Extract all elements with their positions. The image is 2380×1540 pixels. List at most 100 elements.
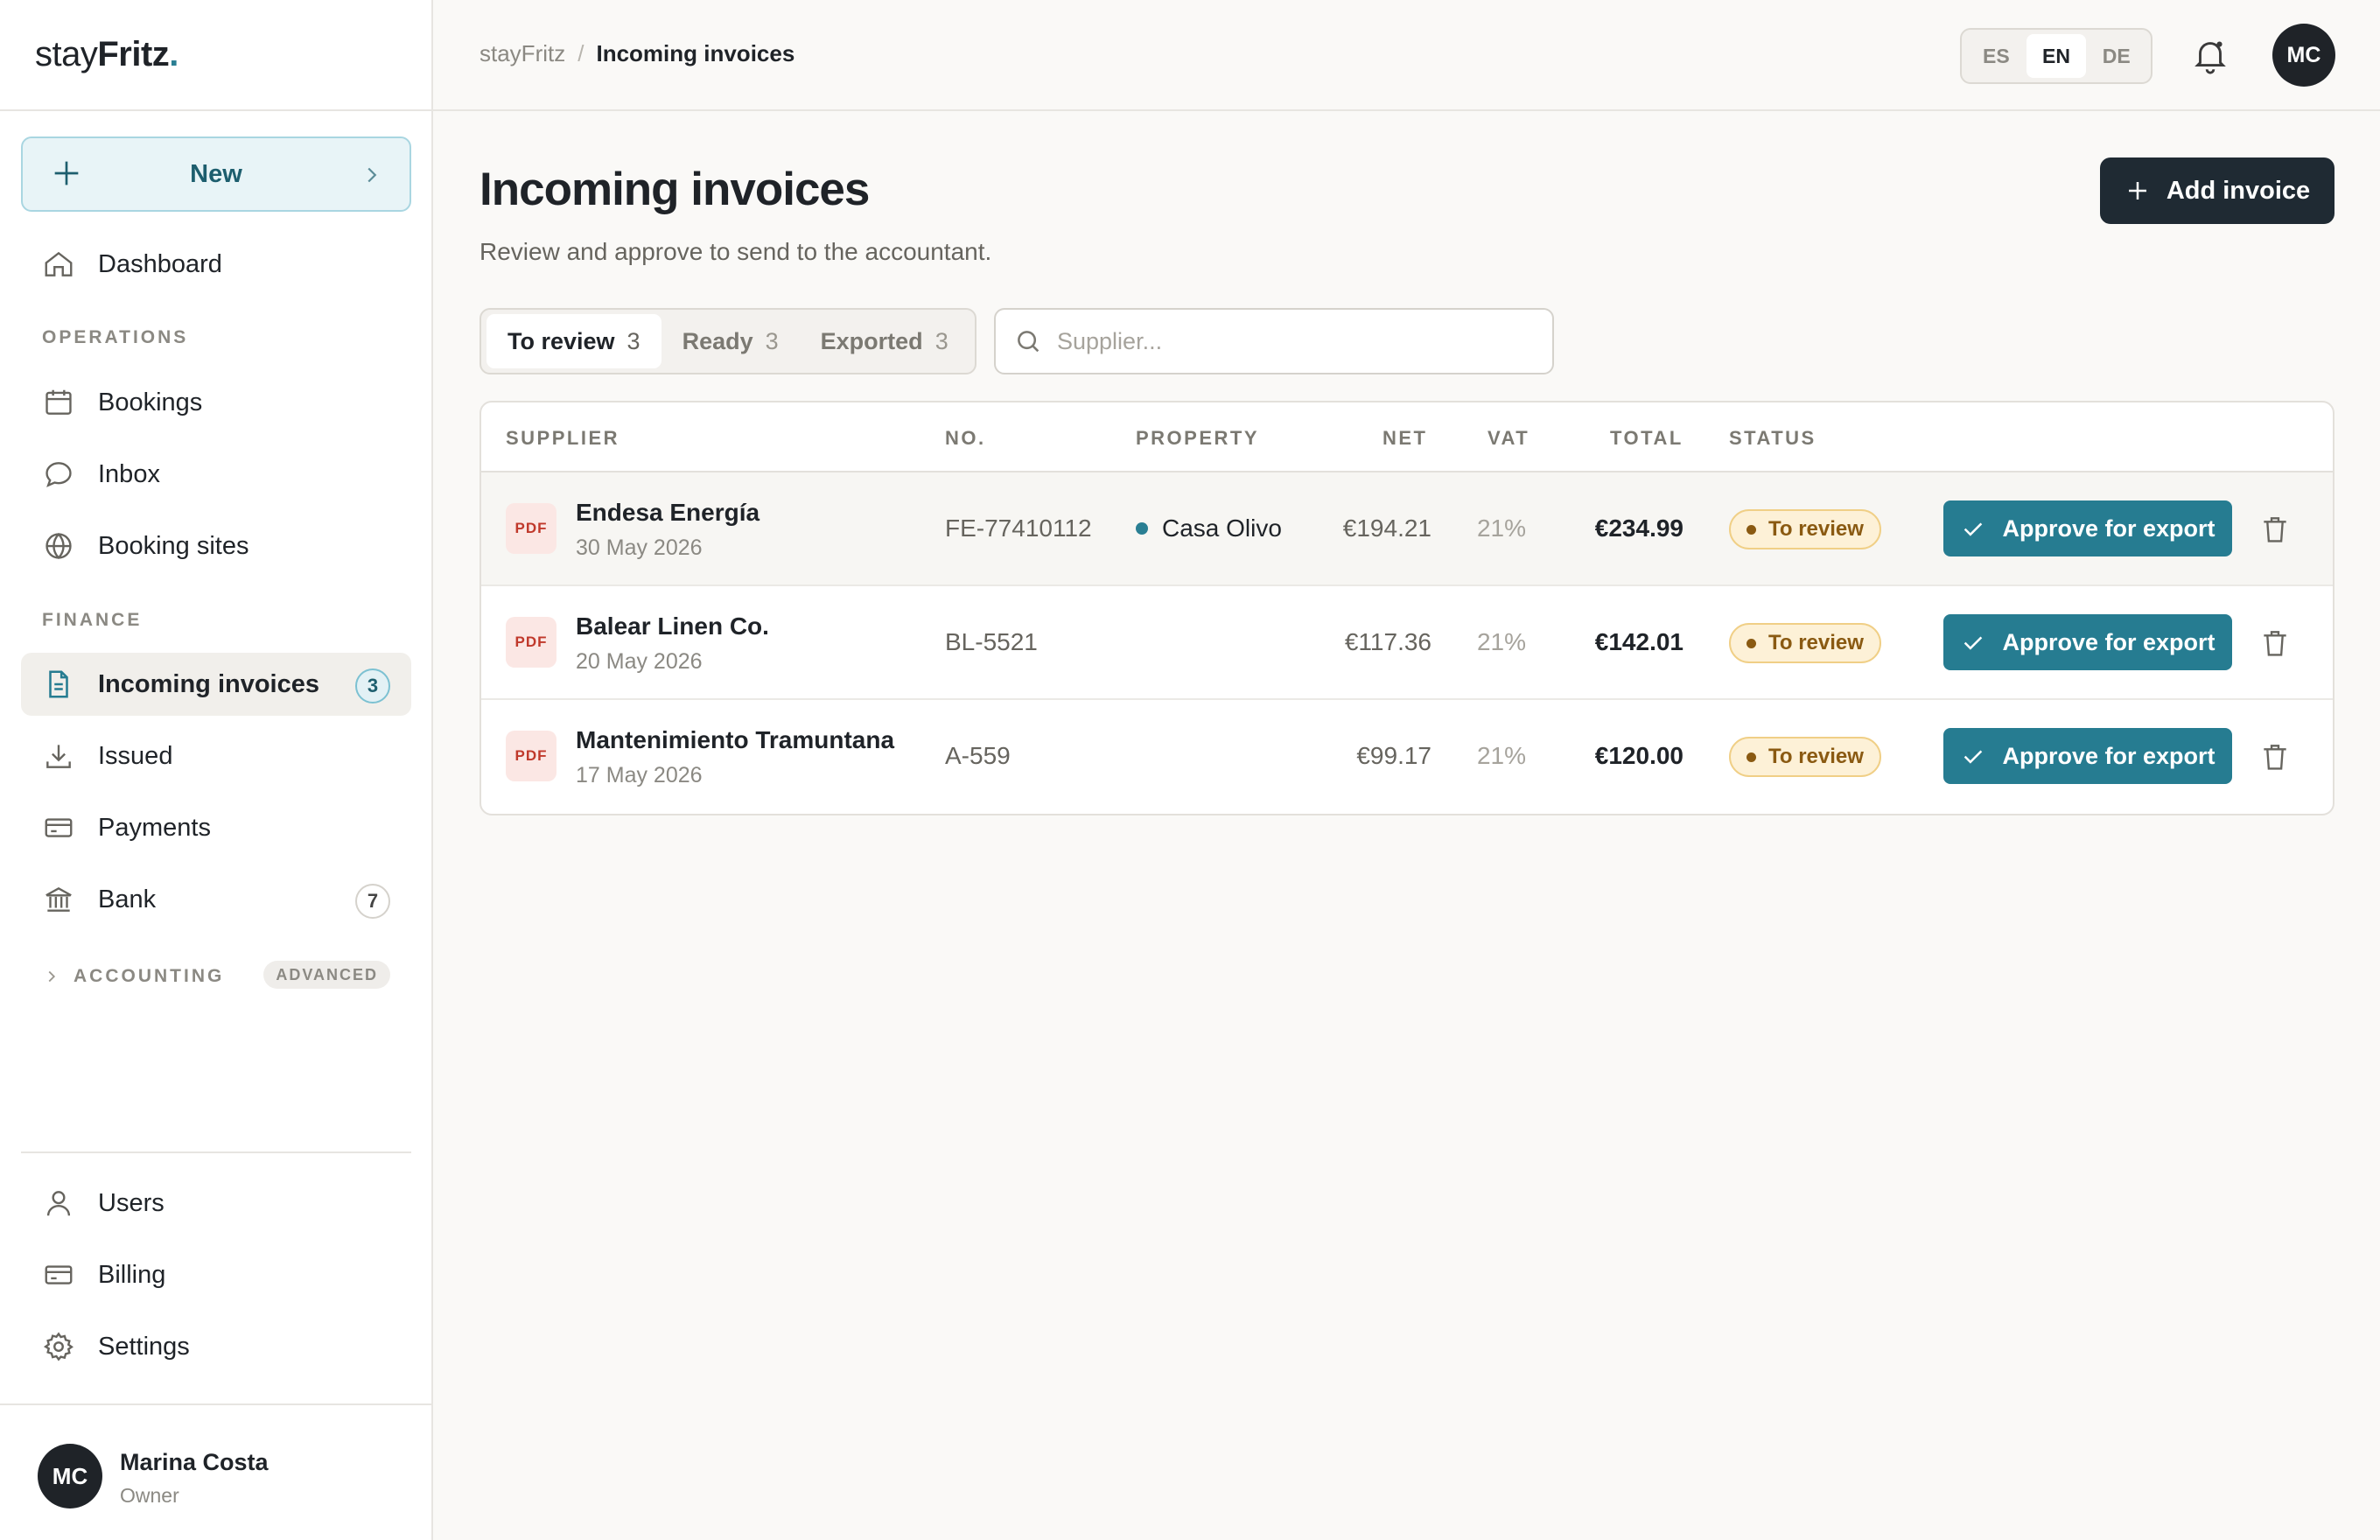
vat-rate: 21% bbox=[1476, 514, 1526, 542]
search-input[interactable] bbox=[1057, 327, 1530, 355]
status-dot bbox=[1746, 752, 1756, 762]
property-name: Casa Olivo bbox=[1162, 514, 1282, 542]
accounting-section-toggle[interactable]: ACCOUNTING ADVANCED bbox=[42, 961, 390, 992]
table-row[interactable]: PDF Endesa Energía 30 May 2026 FE-774101… bbox=[481, 472, 2333, 586]
tab-exported[interactable]: Exported 3 bbox=[800, 314, 970, 368]
trash-icon[interactable] bbox=[2258, 740, 2292, 774]
tab-label: Exported bbox=[820, 327, 923, 354]
gear-icon bbox=[43, 1332, 74, 1362]
sidebar-item-bank[interactable]: Bank 7 bbox=[21, 868, 411, 931]
sidebar-item-label: Bank bbox=[98, 885, 157, 914]
column-header-status: STATUS bbox=[1729, 427, 1816, 449]
sidebar-item-label: Booking sites bbox=[98, 531, 249, 560]
total-amount: €120.00 bbox=[1594, 742, 1684, 769]
logo[interactable]: stayFritz. bbox=[35, 35, 178, 74]
tab-count: 3 bbox=[934, 327, 948, 354]
sidebar-item-label: Bookings bbox=[98, 388, 203, 416]
approve-label: Approve for export bbox=[2002, 514, 2216, 542]
table-row[interactable]: PDF Mantenimiento Tramuntana 17 May 2026… bbox=[481, 700, 2333, 814]
approve-for-export-button[interactable]: Approve for export bbox=[1943, 500, 2232, 556]
sidebar-item-label: Settings bbox=[98, 1332, 190, 1361]
trash-icon[interactable] bbox=[2258, 513, 2292, 546]
sidebar-item-issued[interactable]: Issued bbox=[21, 724, 411, 788]
column-header-supplier: SUPPLIER bbox=[506, 427, 620, 449]
supplier-search bbox=[994, 308, 1554, 374]
sidebar-item-bookings[interactable]: Bookings bbox=[21, 371, 411, 434]
sidebar-item-incoming-invoices[interactable]: Incoming invoices 3 bbox=[21, 653, 411, 716]
sidebar: stayFritz. New Dashboard OPERATIONS Book… bbox=[0, 0, 433, 1540]
approve-for-export-button[interactable]: Approve for export bbox=[1943, 614, 2232, 670]
sidebar-item-label: Incoming invoices bbox=[98, 669, 319, 698]
credit-card-icon bbox=[45, 818, 73, 837]
status-label: To review bbox=[1768, 745, 1864, 768]
add-invoice-button[interactable]: Add invoice bbox=[2100, 158, 2334, 224]
language-es[interactable]: ES bbox=[1966, 34, 2026, 78]
invoice-date: 20 May 2026 bbox=[576, 649, 703, 674]
invoice-number: FE-77410112 bbox=[945, 514, 1092, 542]
calendar-icon bbox=[46, 389, 72, 415]
avatar[interactable]: MC bbox=[2272, 24, 2335, 87]
status-badge: To review bbox=[1729, 509, 1881, 550]
bell-icon[interactable] bbox=[2190, 35, 2230, 75]
sidebar-item-inbox[interactable]: Inbox bbox=[21, 443, 411, 506]
logo-dot: . bbox=[169, 35, 178, 74]
sidebar-item-settings[interactable]: Settings bbox=[21, 1315, 411, 1378]
supplier-name: Mantenimiento Tramuntana bbox=[576, 726, 895, 753]
column-header-no: NO. bbox=[945, 427, 986, 449]
pdf-file-icon[interactable]: PDF bbox=[506, 503, 556, 554]
tab-count: 3 bbox=[626, 327, 640, 354]
sidebar-item-payments[interactable]: Payments bbox=[21, 796, 411, 859]
document-icon bbox=[49, 670, 68, 698]
user-role: Owner bbox=[120, 1484, 179, 1507]
table-row[interactable]: PDF Balear Linen Co. 20 May 2026 BL-5521… bbox=[481, 586, 2333, 700]
trash-icon[interactable] bbox=[2258, 626, 2292, 660]
sidebar-item-booking-sites[interactable]: Booking sites bbox=[21, 514, 411, 578]
invoice-number: BL-5521 bbox=[945, 628, 1038, 655]
status-dot bbox=[1746, 638, 1756, 648]
net-amount: €194.21 bbox=[1342, 514, 1432, 542]
language-en[interactable]: EN bbox=[2026, 34, 2087, 78]
sidebar-item-dashboard[interactable]: Dashboard bbox=[21, 233, 411, 296]
user-icon bbox=[46, 1191, 71, 1216]
new-button[interactable]: New bbox=[21, 136, 411, 212]
column-header-total: TOTAL bbox=[1610, 427, 1684, 449]
breadcrumb: stayFritz / Incoming invoices bbox=[480, 40, 794, 67]
tab-label: To review bbox=[508, 327, 615, 354]
sidebar-item-label: Users bbox=[98, 1188, 164, 1217]
column-header-property: PROPERTY bbox=[1136, 427, 1260, 449]
logo-area: stayFritz. bbox=[0, 0, 431, 111]
total-amount: €234.99 bbox=[1594, 514, 1684, 542]
table-header: SUPPLIER NO. PROPERTY NET VAT TOTAL STAT… bbox=[481, 402, 2333, 472]
plus-icon bbox=[2128, 182, 2146, 200]
sidebar-item-label: Dashboard bbox=[98, 249, 222, 278]
column-header-net: NET bbox=[1382, 427, 1428, 449]
language-de[interactable]: DE bbox=[2086, 34, 2146, 78]
logo-light-text: stay bbox=[35, 35, 98, 74]
pdf-file-icon[interactable]: PDF bbox=[506, 617, 556, 668]
sidebar-item-label: Payments bbox=[98, 813, 211, 842]
globe-icon bbox=[46, 532, 72, 560]
invoice-number: A-559 bbox=[945, 742, 1011, 769]
add-invoice-label: Add invoice bbox=[2166, 176, 2311, 205]
tab-ready[interactable]: Ready 3 bbox=[662, 314, 800, 368]
chat-bubble-icon bbox=[46, 462, 72, 487]
search-icon bbox=[1018, 331, 1040, 353]
pdf-file-icon[interactable]: PDF bbox=[506, 731, 556, 781]
user-name: Marina Costa bbox=[120, 1449, 269, 1475]
status-label: To review bbox=[1768, 517, 1864, 541]
property-color-dot bbox=[1136, 522, 1148, 535]
approve-for-export-button[interactable]: Approve for export bbox=[1943, 728, 2232, 784]
sidebar-item-users[interactable]: Users bbox=[21, 1172, 411, 1235]
invoice-date: 30 May 2026 bbox=[576, 536, 703, 560]
chevron-right-icon bbox=[48, 970, 56, 983]
invoice-date: 17 May 2026 bbox=[576, 763, 703, 788]
tab-count: 3 bbox=[765, 327, 779, 354]
bank-icon bbox=[46, 886, 72, 912]
sidebar-item-billing[interactable]: Billing bbox=[21, 1243, 411, 1306]
count-badge: 3 bbox=[355, 668, 390, 704]
user-profile[interactable]: MC Marina Costa Owner bbox=[0, 1404, 431, 1540]
tab-to-review[interactable]: To review 3 bbox=[486, 314, 662, 368]
breadcrumb-separator: / bbox=[578, 40, 584, 66]
breadcrumb-root[interactable]: stayFritz bbox=[480, 40, 565, 67]
supplier-name: Balear Linen Co. bbox=[576, 612, 769, 640]
